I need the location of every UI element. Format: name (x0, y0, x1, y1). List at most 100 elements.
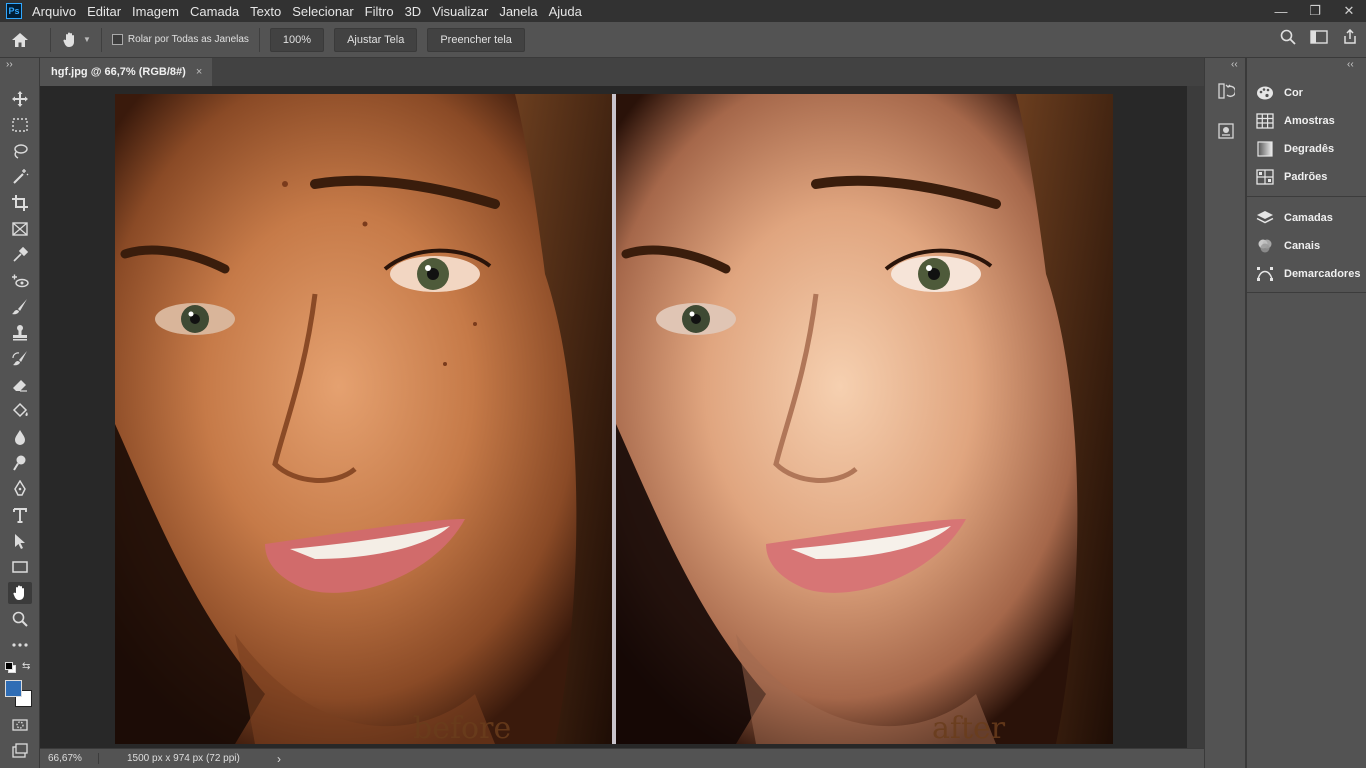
portrait-image (115, 94, 612, 744)
zoom-100-button[interactable]: 100% (269, 27, 325, 52)
lasso-tool[interactable] (8, 140, 32, 162)
swap-colors-icon[interactable]: ⇆ (22, 661, 30, 672)
lasso-icon (14, 144, 28, 159)
panel-tab-demarcadores[interactable]: Demarcadores (1256, 263, 1360, 285)
collapse-dock-icon[interactable]: ‹‹ (1231, 59, 1238, 70)
share-icon[interactable] (1342, 29, 1358, 45)
canvas-area[interactable]: before after (40, 86, 1187, 748)
magic-wand-tool[interactable] (8, 166, 32, 188)
divider (100, 27, 102, 52)
brush-tool[interactable] (8, 296, 32, 318)
search-icon[interactable] (1280, 29, 1296, 45)
clone-stamp-tool[interactable] (8, 322, 32, 344)
restore-button[interactable]: ❐ (1298, 0, 1332, 22)
photoshop-logo-icon: Ps (6, 3, 22, 19)
eyedropper-tool[interactable] (8, 244, 32, 266)
tool-preset-picker[interactable]: ▼ (61, 31, 91, 49)
menu-camada[interactable]: Camada (190, 4, 239, 19)
edit-toolbar-button[interactable] (8, 634, 32, 656)
screen-mode-button[interactable] (8, 740, 32, 762)
foreground-color-swatch[interactable] (5, 680, 22, 697)
default-colors-icon[interactable] (5, 662, 16, 673)
collapse-panels-icon[interactable]: ‹‹ (1347, 59, 1354, 70)
move-icon (12, 91, 28, 107)
menu-filtro[interactable]: Filtro (365, 4, 394, 19)
panel-tab-canais[interactable]: Canais (1256, 235, 1320, 257)
menu-visualizar[interactable]: Visualizar (432, 4, 488, 19)
status-menu-arrow[interactable]: › (277, 752, 281, 766)
portrait-image (616, 94, 1113, 744)
gradient-icon (1257, 141, 1273, 157)
rectangle-tool[interactable] (8, 556, 32, 578)
path-selection-tool[interactable] (8, 530, 32, 552)
fill-screen-button[interactable]: Preencher tela (427, 27, 525, 52)
panel-label-cor: Cor (1284, 87, 1303, 99)
properties-panel-button[interactable] (1215, 120, 1237, 142)
menu-selecionar[interactable]: Selecionar (292, 4, 353, 19)
panels-dock: ‹‹ Cor Amostras Degradês Padrões Camadas… (1245, 58, 1366, 768)
arrow-cursor-icon (15, 534, 25, 549)
close-window-button[interactable]: ✕ (1332, 0, 1366, 22)
healing-brush-tool[interactable] (8, 270, 32, 292)
checkbox-box[interactable] (111, 34, 123, 45)
paths-icon (1257, 267, 1273, 281)
menu-texto[interactable]: Texto (250, 4, 281, 19)
menu-arquivo[interactable]: Arquivo (32, 4, 76, 19)
close-tab-icon[interactable]: × (196, 66, 202, 78)
status-zoom-field[interactable]: 66,67% (40, 753, 99, 764)
chevron-down-icon: ▼ (83, 35, 91, 44)
history-panel-button[interactable] (1215, 80, 1237, 102)
status-doc-info: 1500 px x 974 px (72 ppi) (127, 753, 240, 764)
blur-tool[interactable] (8, 426, 32, 448)
crop-tool[interactable] (8, 192, 32, 214)
patterns-icon (1256, 169, 1274, 185)
pen-tool[interactable] (8, 478, 32, 500)
vertical-scrollbar[interactable] (1187, 86, 1204, 748)
fit-screen-button[interactable]: Ajustar Tela (334, 27, 418, 52)
history-brush-tool[interactable] (8, 348, 32, 370)
panel-tab-degrades[interactable]: Degradês (1256, 138, 1334, 160)
panel-tab-cor[interactable]: Cor (1256, 82, 1303, 104)
crop-icon (12, 195, 28, 211)
move-tool[interactable] (8, 88, 32, 110)
document-tab-title: hgf.jpg @ 66,7% (RGB/8#) (51, 66, 186, 78)
more-icon (12, 643, 28, 647)
options-bar: ▼ Rolar por Todas as Janelas 100% Ajusta… (0, 22, 1366, 58)
workspace-icon[interactable] (1310, 30, 1328, 44)
eraser-tool[interactable] (8, 374, 32, 396)
menu-ajuda[interactable]: Ajuda (549, 4, 582, 19)
home-button[interactable] (0, 32, 40, 48)
eraser-icon (13, 380, 27, 392)
panel-tab-camadas[interactable]: Camadas (1256, 207, 1333, 229)
window-controls: — ❐ ✕ (1264, 0, 1366, 22)
menu-bar: Ps Arquivo Editar Imagem Camada Texto Se… (0, 0, 1366, 22)
before-photo: before (115, 94, 612, 744)
type-tool[interactable] (8, 504, 32, 526)
history-brush-icon (12, 351, 27, 366)
panel-label-canais: Canais (1284, 240, 1321, 252)
minimize-button[interactable]: — (1264, 0, 1298, 22)
menu-janela[interactable]: Janela (499, 4, 537, 19)
paint-bucket-tool[interactable] (8, 400, 32, 422)
panel-tab-padroes[interactable]: Padrões (1256, 166, 1327, 188)
marquee-tool[interactable] (8, 114, 32, 136)
expand-toolbar-icon[interactable]: ›› (6, 59, 13, 70)
channels-icon (1258, 239, 1272, 253)
scroll-all-windows-checkbox[interactable]: Rolar por Todas as Janelas (111, 34, 249, 45)
menu-imagem[interactable]: Imagem (132, 4, 179, 19)
quick-mask-icon (12, 719, 28, 731)
menu-editar[interactable]: Editar (87, 4, 121, 19)
frame-tool[interactable] (8, 218, 32, 240)
document-tab[interactable]: hgf.jpg @ 66,7% (RGB/8#) × (40, 58, 212, 86)
panel-label-padroes: Padrões (1284, 171, 1328, 183)
hand-tool[interactable] (8, 582, 32, 604)
panel-group-divider (1247, 196, 1366, 197)
layers-icon (1256, 211, 1274, 224)
dodge-tool[interactable] (8, 452, 32, 474)
panel-group-divider (1247, 292, 1366, 293)
menu-3d[interactable]: 3D (405, 4, 422, 19)
paint-bucket-icon (12, 402, 28, 418)
panel-tab-amostras[interactable]: Amostras (1256, 110, 1335, 132)
quick-mask-button[interactable] (8, 714, 32, 736)
zoom-tool[interactable] (8, 608, 32, 630)
